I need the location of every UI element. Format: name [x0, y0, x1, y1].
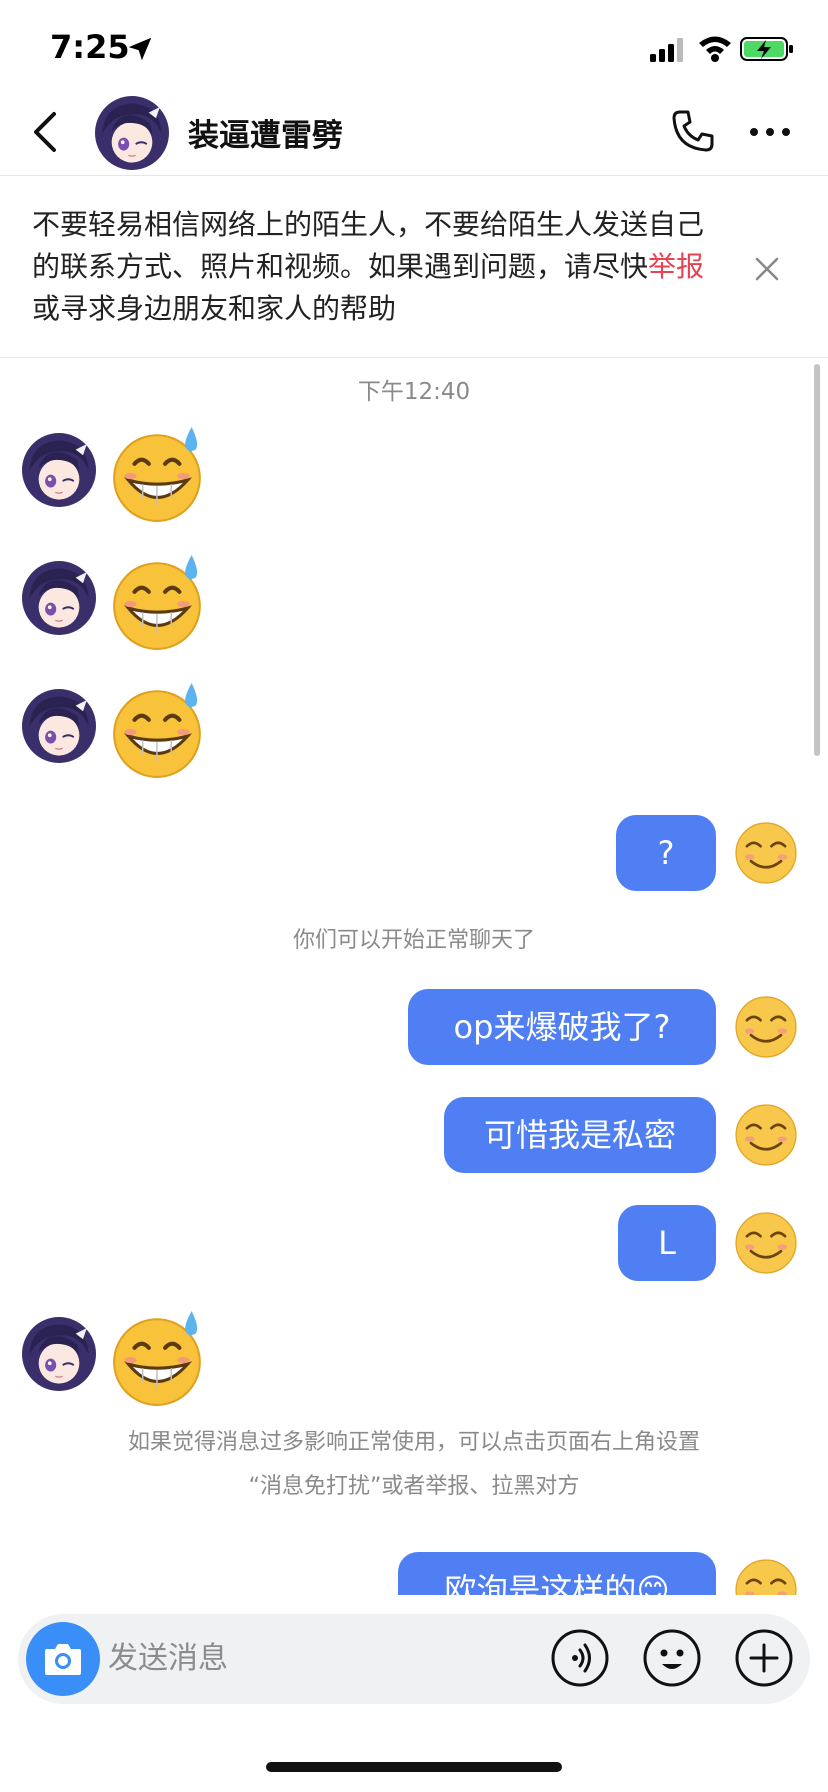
sweat-grin-emoji-icon[interactable]: [108, 679, 210, 781]
status-bar: 7:25: [0, 0, 828, 100]
report-link[interactable]: 举报: [648, 250, 704, 283]
warning-text-part-1: 不要轻易相信网络上的陌生人，不要给陌生人发送自己的联系方式、照片和视频。如果遇到…: [32, 208, 705, 283]
cellular-signal-icon: [650, 38, 683, 62]
wifi-icon: [699, 36, 731, 62]
contact-avatar[interactable]: [22, 1317, 96, 1391]
sweat-grin-emoji-icon[interactable]: [108, 1307, 210, 1409]
emoji-picker-icon[interactable]: [642, 1628, 702, 1688]
contact-avatar[interactable]: [95, 96, 169, 170]
safety-warning-banner: 不要轻易相信网络上的陌生人，不要给陌生人发送自己的联系方式、照片和视频。如果遇到…: [0, 176, 828, 358]
system-notice-line: 如果觉得消息过多影响正常使用，可以点击页面右上角设置: [127, 1430, 700, 1455]
system-notice-line: “消息免打扰”或者举报、拉黑对方: [248, 1474, 580, 1499]
contact-avatar[interactable]: [22, 561, 96, 635]
contact-name[interactable]: 装逼遭雷劈: [188, 110, 343, 155]
chat-header: 装逼遭雷劈: [0, 90, 828, 176]
battery-charging-icon: [740, 37, 793, 61]
camera-button[interactable]: [26, 1622, 100, 1696]
contact-avatar[interactable]: [22, 433, 96, 507]
sweat-grin-emoji-icon[interactable]: [108, 423, 210, 525]
status-time: 7:25: [50, 28, 130, 66]
system-notice: 你们可以开始正常聊天了: [292, 928, 535, 953]
back-chevron-icon[interactable]: [30, 110, 60, 154]
phone-call-icon[interactable]: [668, 108, 716, 156]
message-input-bar: 发送消息: [18, 1614, 810, 1704]
sent-message-bubble[interactable]: op来爆破我了?: [408, 989, 716, 1065]
self-avatar-smile-icon[interactable]: [732, 1556, 800, 1595]
sweat-grin-emoji-icon[interactable]: [108, 551, 210, 653]
self-avatar-smile-icon[interactable]: [732, 1101, 800, 1169]
add-attachment-icon[interactable]: [734, 1628, 794, 1688]
warning-text-part-2: 或寻求身边朋友和家人的帮助: [32, 292, 397, 325]
sent-message-bubble[interactable]: 欧洵是这样的😊: [398, 1552, 716, 1595]
camera-icon: [45, 1644, 81, 1675]
sent-message-bubble[interactable]: L: [618, 1205, 716, 1281]
location-arrow-icon: [128, 37, 152, 61]
chat-scrollbar[interactable]: [814, 364, 820, 756]
message-timestamp: 下午12:40: [357, 379, 471, 405]
message-input[interactable]: 发送消息: [108, 1614, 508, 1704]
self-avatar-smile-icon[interactable]: [732, 819, 800, 887]
safety-warning-text: 不要轻易相信网络上的陌生人，不要给陌生人发送自己的联系方式、照片和视频。如果遇到…: [32, 204, 722, 330]
home-indicator[interactable]: [266, 1762, 562, 1772]
message-list[interactable]: 下午12:40 ? 你们可以开始正常聊天了 op来爆破我了? 可惜我是私密 L …: [0, 359, 828, 1595]
voice-message-icon[interactable]: [550, 1628, 610, 1688]
self-avatar-smile-icon[interactable]: [732, 1209, 800, 1277]
self-avatar-smile-icon[interactable]: [732, 993, 800, 1061]
more-options-icon[interactable]: [748, 112, 792, 152]
sent-message-bubble[interactable]: 可惜我是私密: [444, 1097, 716, 1173]
sent-message-bubble[interactable]: ?: [616, 815, 716, 891]
close-icon[interactable]: [752, 254, 782, 284]
contact-avatar[interactable]: [22, 689, 96, 763]
system-notice: 如果觉得消息过多影响正常使用，可以点击页面右上角设置 “消息免打扰”或者举报、拉…: [0, 1421, 828, 1509]
